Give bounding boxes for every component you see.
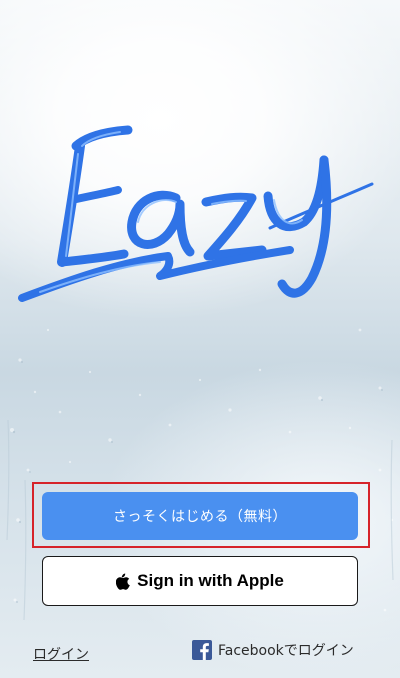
sign-in-with-apple-button[interactable]: Sign in with Apple (42, 556, 358, 606)
eazy-logo (18, 125, 374, 302)
facebook-icon (192, 640, 212, 660)
apple-signin-label: Sign in with Apple (137, 571, 284, 590)
facebook-login-link[interactable]: Facebookでログイン (192, 640, 354, 660)
facebook-login-label: Facebookでログイン (218, 643, 354, 659)
apple-logo-icon (116, 573, 130, 590)
app-screen: さっそくはじめる（無料） Sign in with Apple ログイン Fac… (0, 0, 400, 678)
login-link[interactable]: ログイン (33, 644, 89, 664)
start-free-button[interactable]: さっそくはじめる（無料） (42, 492, 358, 540)
